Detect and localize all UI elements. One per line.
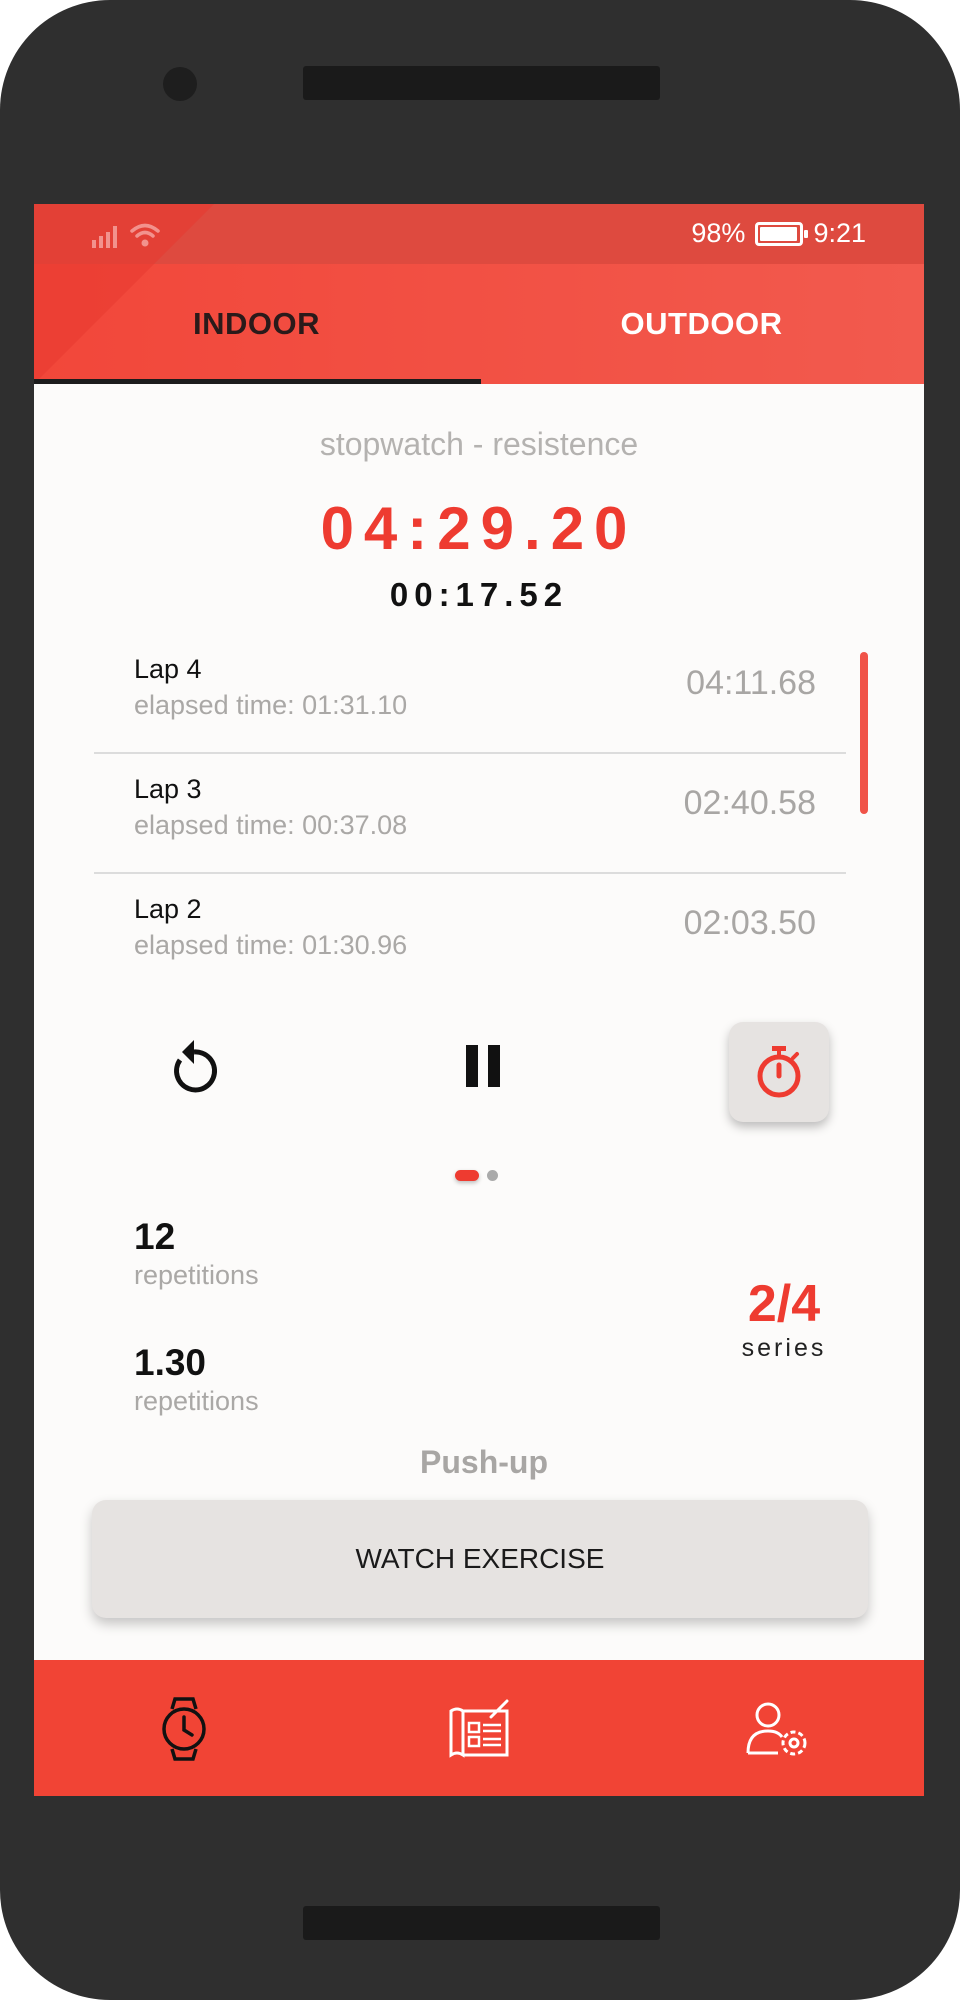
front-camera	[163, 67, 197, 101]
status-right: 98% 9:21	[691, 218, 866, 249]
page-dot-active[interactable]	[455, 1170, 479, 1181]
bottom-speaker	[303, 1906, 660, 1940]
user-settings-icon	[746, 1702, 807, 1756]
lap-title: Lap 3	[134, 774, 202, 804]
lap-row[interactable]: Lap 2 elapsed time: 01:30.96 02:03.50	[94, 874, 846, 994]
lap-elapsed: elapsed time: 01:31.10	[134, 690, 408, 720]
watch-icon	[162, 1697, 206, 1761]
stat-value: 1.30	[134, 1342, 207, 1383]
lap-total-time: 02:40.58	[683, 784, 816, 822]
nav-stopwatch[interactable]	[139, 1684, 229, 1774]
series-label: series	[741, 1334, 827, 1362]
tab-indoor[interactable]: INDOOR	[34, 264, 479, 384]
lap-list[interactable]: Lap 4 elapsed time: 01:31.10 04:11.68 La…	[94, 634, 846, 994]
watch-exercise-button[interactable]: WATCH EXERCISE	[92, 1500, 868, 1618]
tab-selected-indicator	[34, 379, 481, 384]
nav-user-settings[interactable]	[734, 1684, 824, 1774]
status-time: 9:21	[813, 218, 866, 248]
battery-icon	[755, 221, 809, 246]
pause-button[interactable]	[434, 1016, 534, 1116]
lap-total-time: 02:03.50	[683, 904, 816, 942]
page-indicator	[455, 1170, 498, 1181]
reset-button[interactable]	[144, 1016, 244, 1116]
lap-list-scrollbar[interactable]	[860, 652, 868, 814]
phone-frame: 98% 9:21 INDOOR OUTDOOR stopwatch - resi…	[0, 0, 960, 2000]
lap-button[interactable]	[729, 1022, 829, 1122]
battery-percent: 98%	[691, 218, 746, 248]
reset-icon	[174, 1040, 218, 1093]
lap-title: Lap 2	[134, 894, 202, 924]
page-dot[interactable]	[487, 1170, 498, 1181]
stopwatch-icon	[757, 1046, 801, 1098]
mode-label: stopwatch - resistence	[319, 426, 639, 462]
lap-total-time: 04:11.68	[686, 664, 816, 702]
tab-bar: INDOOR OUTDOOR	[34, 204, 924, 384]
lap-row[interactable]: Lap 3 elapsed time: 00:37.08 02:40.58	[94, 754, 846, 874]
app-screen: 98% 9:21 INDOOR OUTDOOR stopwatch - resi…	[34, 204, 924, 1796]
series-value: 2/4	[747, 1275, 821, 1333]
stat-value: 12	[134, 1216, 176, 1257]
pause-icon	[466, 1045, 500, 1087]
lap-title: Lap 4	[134, 654, 202, 684]
main-time-display: 04:29.20	[320, 495, 638, 562]
lap-elapsed: elapsed time: 01:30.96	[134, 930, 408, 960]
lap-time-display: 00:17.52	[389, 576, 569, 613]
lap-row[interactable]: Lap 4 elapsed time: 01:31.10 04:11.68	[94, 634, 846, 754]
earpiece-speaker	[303, 66, 660, 100]
stat-label: repetitions	[134, 1386, 259, 1416]
lap-elapsed: elapsed time: 00:37.08	[134, 810, 408, 840]
training-plan-icon	[449, 1699, 509, 1758]
stat-label: repetitions	[134, 1260, 259, 1290]
exercise-name: Push-up	[420, 1444, 548, 1480]
tab-outdoor[interactable]: OUTDOOR	[479, 264, 924, 384]
battery-fill	[760, 226, 798, 241]
bottom-navigation	[34, 1660, 924, 1796]
nav-training-plan[interactable]	[434, 1684, 524, 1774]
